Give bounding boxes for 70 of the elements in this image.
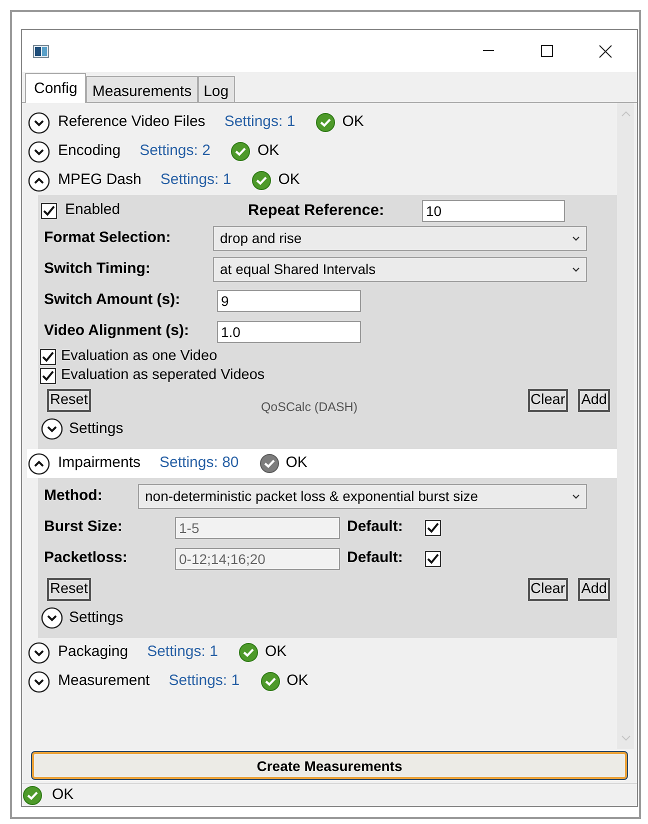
dropdown[interactable]: at equal Shared Intervals — [213, 257, 587, 282]
tab[interactable]: Config — [25, 73, 86, 103]
close-icon[interactable] — [599, 44, 612, 58]
dropdown[interactable]: non-deterministic packet loss & exponential burst size — [138, 484, 587, 509]
section-title: Impairments — [58, 453, 141, 474]
status-text: OK — [52, 784, 74, 805]
maximize-icon[interactable] — [541, 45, 553, 57]
settings-count[interactable]: Settings: 1 — [147, 641, 218, 664]
status-text: OK — [342, 112, 364, 132]
status-icon — [23, 786, 42, 804]
action-button[interactable]: Reset — [47, 578, 91, 601]
action-button[interactable]: Add — [578, 389, 610, 412]
create-measurements-button[interactable]: Create Measurements — [32, 752, 627, 779]
field-label: Format Selection: — [44, 228, 172, 248]
input-field[interactable]: 1.0 — [217, 320, 361, 342]
caption-text: QoSCalc (DASH) — [260, 399, 358, 416]
expand-icon[interactable] — [28, 642, 50, 664]
minimize-icon[interactable] — [483, 50, 494, 52]
section-title: Reference Video Files — [58, 112, 206, 132]
settings-count[interactable]: Settings: 2 — [140, 140, 210, 163]
status-text: OK — [286, 453, 308, 474]
action-button[interactable]: Add — [578, 578, 610, 601]
action-button[interactable]: Reset — [47, 389, 91, 412]
section-title: MPEG Dash — [58, 170, 142, 190]
field-label: Default: — [347, 548, 404, 568]
checkbox[interactable] — [40, 348, 56, 364]
expand-icon[interactable] — [28, 112, 50, 134]
section-title: Encoding — [58, 141, 121, 162]
field-label: Repeat Reference: — [248, 200, 386, 221]
checkbox-label: Evaluation as seperated Videos — [61, 366, 265, 385]
tab[interactable]: Log — [198, 76, 235, 102]
field-label: Switch Amount (s): — [44, 290, 182, 310]
collapse-icon[interactable] — [28, 170, 50, 192]
field-label: Burst Size: — [44, 517, 124, 538]
field-label: Switch Timing: — [44, 259, 152, 280]
field-label: Method: — [44, 486, 104, 506]
settings-count[interactable]: Settings: 1 — [168, 670, 240, 693]
app-icon — [33, 44, 49, 58]
status-text: OK — [278, 170, 300, 190]
checkbox-label: Evaluation as one Video — [61, 346, 218, 366]
expand-icon[interactable] — [28, 670, 50, 692]
expander-label[interactable]: Settings — [69, 418, 124, 440]
caret-icon — [572, 494, 580, 499]
field-label: Video Alignment (s): — [44, 321, 190, 342]
action-button[interactable]: Clear — [528, 578, 568, 601]
input-field[interactable]: 10 — [422, 200, 565, 222]
caret-icon — [572, 236, 580, 241]
expander-label[interactable]: Settings — [69, 606, 124, 630]
collapse-icon[interactable] — [28, 452, 50, 474]
tab[interactable]: Measurements — [86, 76, 198, 102]
caret-icon — [572, 267, 580, 272]
expand-icon[interactable] — [41, 607, 63, 629]
section-title: Packaging — [58, 642, 128, 662]
section-title: Measurement — [58, 671, 150, 692]
input-field[interactable]: 9 — [217, 290, 361, 312]
settings-count[interactable]: Settings: 1 — [160, 169, 232, 192]
field-label: Packetloss: — [44, 548, 128, 568]
dropdown[interactable]: drop and rise — [213, 226, 587, 251]
settings-count[interactable]: Settings: 1 — [224, 111, 296, 134]
expand-icon[interactable] — [28, 140, 50, 162]
settings-count[interactable]: Settings: 80 — [160, 452, 239, 475]
status-text: OK — [264, 642, 287, 662]
checkbox-label: Enabled — [65, 200, 122, 220]
field-label: Default: — [347, 517, 404, 538]
status-text: OK — [257, 141, 280, 162]
expand-icon[interactable] — [41, 418, 63, 440]
checkbox[interactable] — [41, 202, 57, 218]
status-text: OK — [286, 671, 308, 692]
checkbox[interactable] — [40, 368, 56, 384]
action-button[interactable]: Clear — [528, 389, 568, 412]
